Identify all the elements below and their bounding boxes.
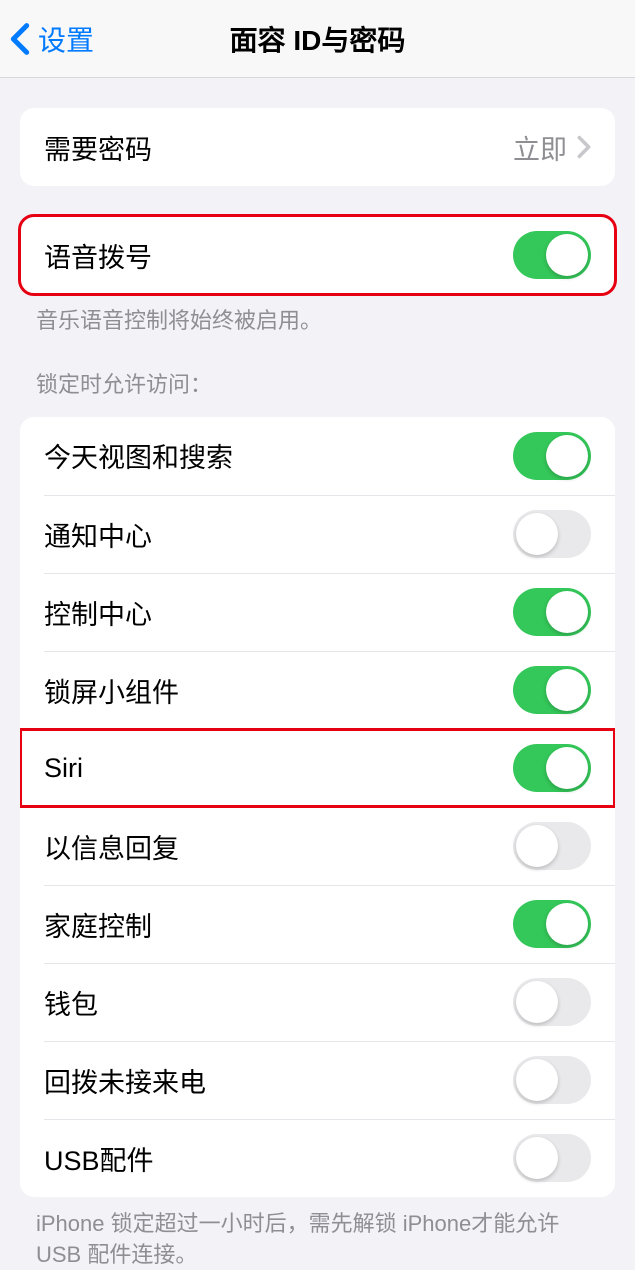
require-passcode-label: 需要密码 — [44, 128, 152, 167]
voice-dial-footer: 音乐语音控制将始终被启用。 — [0, 294, 635, 337]
lock-access-toggle[interactable] — [513, 432, 591, 480]
chevron-left-icon — [10, 22, 30, 56]
lock-access-item-label: 以信息回复 — [44, 827, 179, 866]
lock-access-item-label: 家庭控制 — [44, 905, 152, 944]
lock-access-group: 今天视图和搜索通知中心控制中心锁屏小组件 Siri 以信息回复家庭控制钱包回拨未接来… — [20, 417, 615, 1197]
lock-access-header: 锁定时允许访问： — [0, 337, 635, 409]
lock-access-item-label: 今天视图和搜索 — [44, 436, 233, 475]
lock-access-row: 锁屏小组件 — [44, 651, 615, 729]
lock-access-toggle[interactable] — [513, 1056, 591, 1104]
lock-access-toggle[interactable] — [513, 900, 591, 948]
lock-access-toggle[interactable] — [513, 1134, 591, 1182]
navigation-bar: 设置 面容 ID与密码 — [0, 0, 635, 78]
lock-access-toggle[interactable] — [513, 822, 591, 870]
voice-dial-toggle[interactable] — [513, 231, 591, 279]
voice-dial-label: 语音拨号 — [44, 236, 152, 275]
lock-access-item-label: 锁屏小组件 — [44, 671, 179, 710]
lock-access-toggle[interactable] — [513, 666, 591, 714]
lock-access-row: 钱包 — [44, 963, 615, 1041]
lock-access-toggle[interactable] — [513, 744, 591, 792]
lock-access-toggle[interactable] — [513, 510, 591, 558]
back-label: 设置 — [38, 19, 94, 59]
lock-access-row: 控制中心 — [44, 573, 615, 651]
back-button[interactable]: 设置 — [0, 19, 94, 59]
lock-access-row: 回拨未接来电 — [44, 1041, 615, 1119]
lock-access-row: 家庭控制 — [44, 885, 615, 963]
lock-access-item-label: Siri — [44, 753, 83, 784]
lock-access-item-label: 钱包 — [44, 983, 98, 1022]
lock-access-item-label: 控制中心 — [44, 593, 152, 632]
lock-access-item-label: USB配件 — [44, 1139, 154, 1178]
voice-dial-row: 语音拨号 — [20, 216, 615, 294]
lock-access-toggle[interactable] — [513, 978, 591, 1026]
require-passcode-group: 需要密码 立即 — [20, 108, 615, 186]
require-passcode-row[interactable]: 需要密码 立即 — [20, 108, 615, 186]
lock-access-item-label: 回拨未接来电 — [44, 1061, 206, 1100]
require-passcode-value: 立即 — [513, 128, 591, 167]
page-title: 面容 ID与密码 — [230, 19, 406, 59]
chevron-right-icon — [577, 135, 591, 159]
lock-access-toggle[interactable] — [513, 588, 591, 636]
lock-access-item-label: 通知中心 — [44, 515, 152, 554]
lock-access-footer: iPhone 锁定超过一小时后，需先解锁 iPhone才能允许 USB 配件连接… — [0, 1197, 635, 1270]
lock-access-row: 今天视图和搜索 — [20, 417, 615, 495]
lock-access-row: Siri — [20, 729, 615, 807]
lock-access-row: USB配件 — [44, 1119, 615, 1197]
lock-access-row: 以信息回复 — [44, 807, 615, 885]
lock-access-row: 通知中心 — [44, 495, 615, 573]
voice-dial-group: 语音拨号 — [20, 216, 615, 294]
